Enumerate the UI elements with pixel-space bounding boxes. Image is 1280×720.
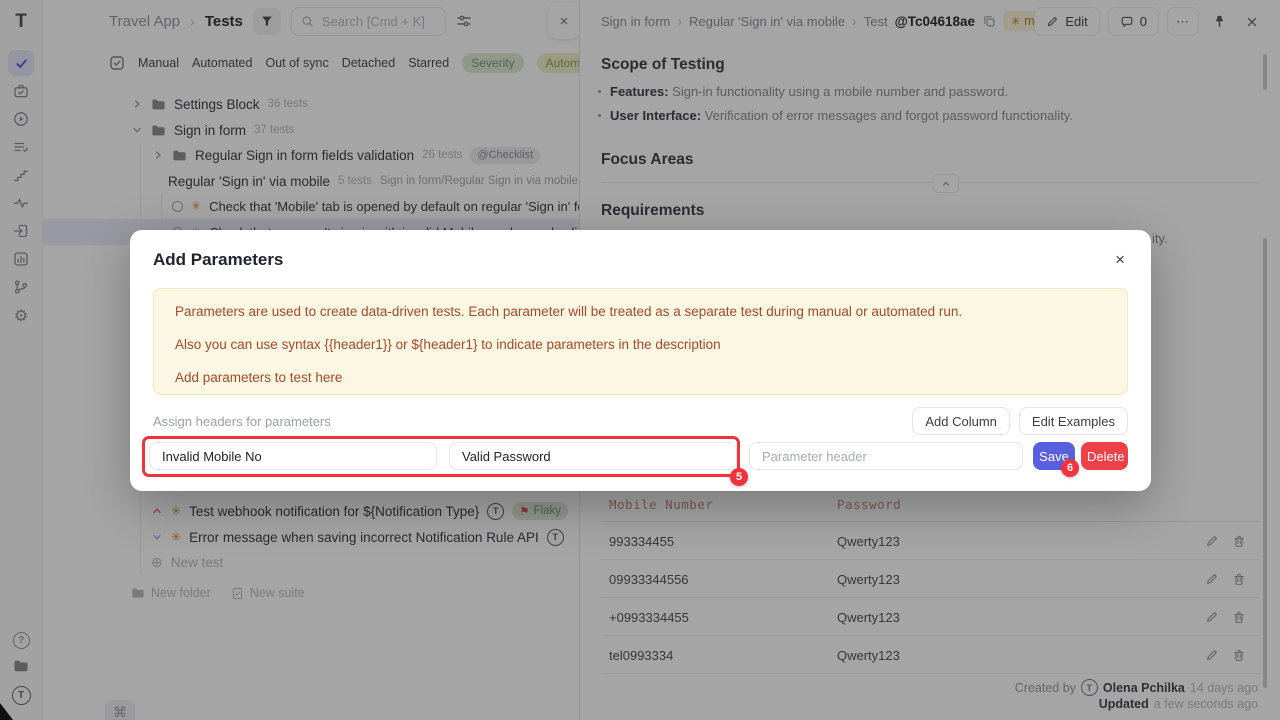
- delete-button[interactable]: Delete: [1081, 442, 1128, 470]
- add-column-button[interactable]: Add Column: [912, 407, 1010, 435]
- info-line: Add parameters to test here: [175, 370, 1106, 385]
- annotation-step-6: 6: [1061, 459, 1079, 477]
- assign-headers-label: Assign headers for parameters: [153, 414, 331, 429]
- annotation-step-5: 5: [730, 468, 748, 486]
- annotation-highlight-rect: [142, 436, 740, 477]
- modal-close-button[interactable]: ×: [1115, 250, 1125, 270]
- parameter-header-input-3[interactable]: [749, 442, 1023, 470]
- modal-title: Add Parameters: [153, 250, 283, 270]
- parameters-info-box: Parameters are used to create data-drive…: [153, 288, 1128, 395]
- info-line: Also you can use syntax {{header1}} or $…: [175, 337, 1106, 352]
- edit-examples-button[interactable]: Edit Examples: [1019, 407, 1128, 435]
- close-icon: ×: [1115, 250, 1125, 269]
- info-line: Parameters are used to create data-drive…: [175, 304, 1106, 319]
